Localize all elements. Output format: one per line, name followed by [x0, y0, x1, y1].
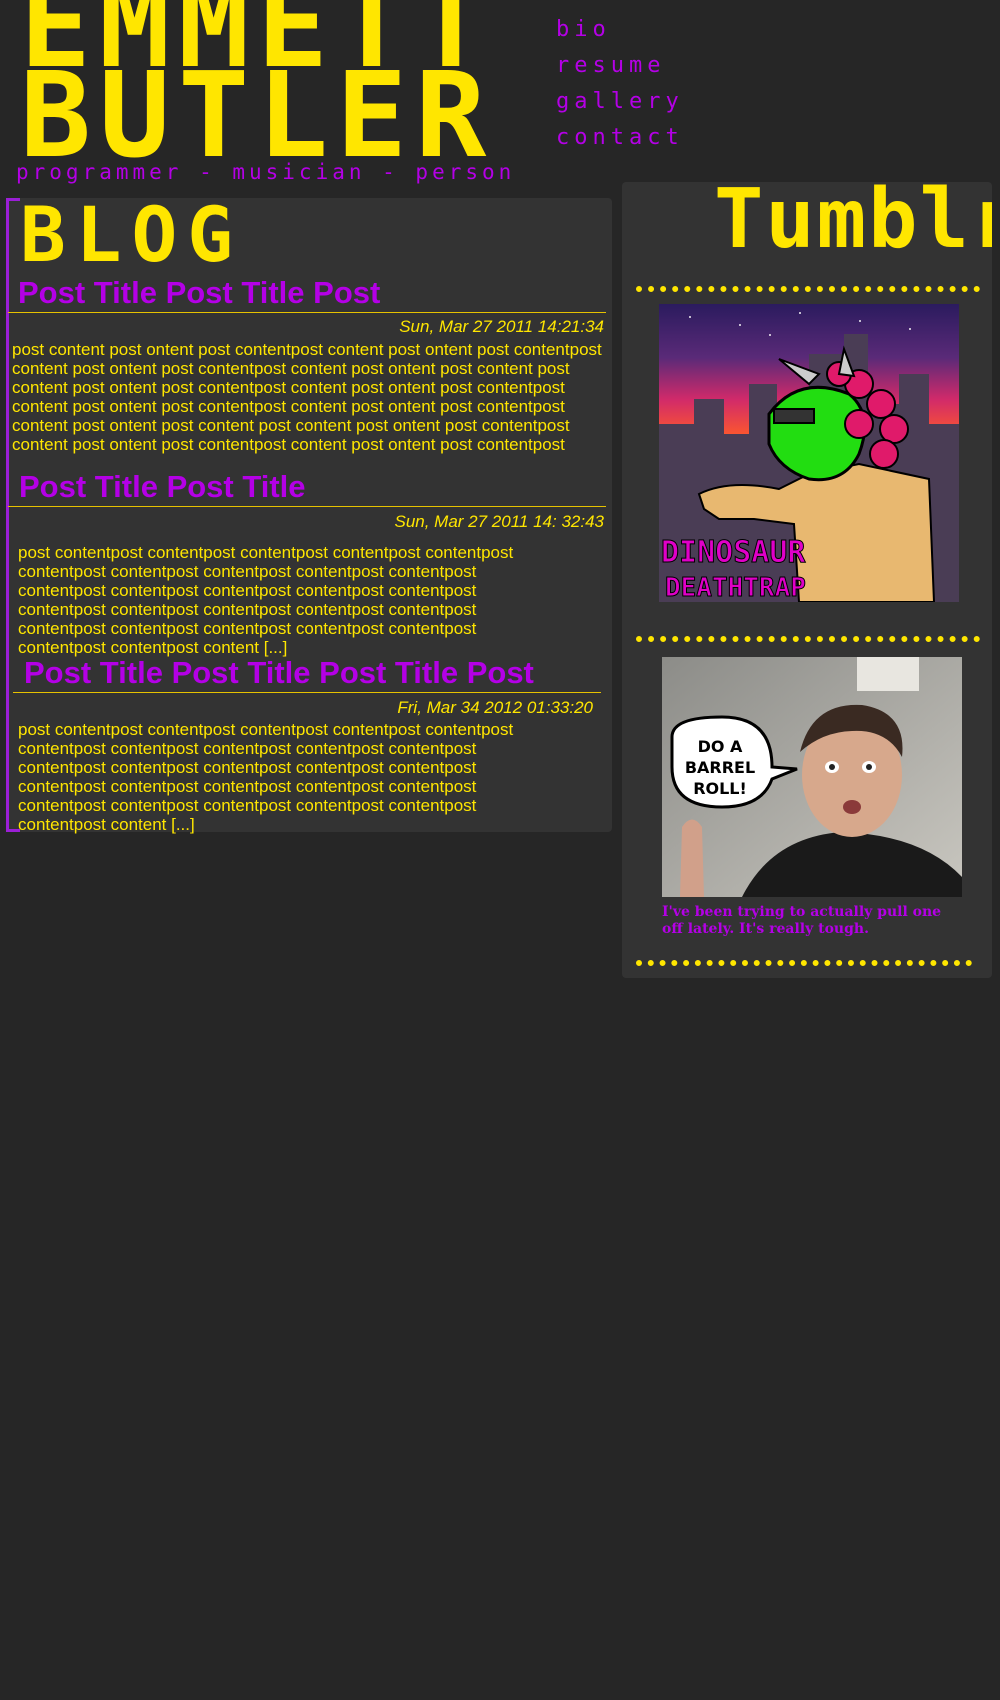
speech-line-2: BARREL: [685, 758, 755, 777]
album-cover-title-line2: DEATHTRAP: [665, 573, 806, 602]
site-title-line2: BUTLER: [20, 46, 495, 184]
post-title[interactable]: Post Title Post Title Post Title Post: [13, 656, 601, 690]
post-divider: [8, 506, 606, 507]
barrel-roll-photo-graphic: DO A BARREL ROLL!: [662, 657, 962, 897]
blog-post: Post Title Post Title Post Sun, Mar 27 2…: [8, 276, 606, 454]
main-nav: bio resume gallery contact: [556, 12, 684, 156]
nav-item-bio[interactable]: bio: [556, 12, 684, 48]
album-cover-graphic: DINOSAUR DEATHTRAP: [659, 304, 959, 602]
blog-panel: BLOG Post Title Post Title Post Sun, Mar…: [6, 190, 612, 834]
speech-line-3: ROLL!: [693, 779, 747, 798]
dotted-divider: [636, 636, 980, 642]
photo-caption: I've been trying to actually pull one of…: [662, 904, 942, 937]
tumblr-heading[interactable]: Tumblr: [714, 182, 992, 261]
tumblr-panel: Tumblr DINOSAUR DEATHTRAP DO A BARREL RO…: [622, 182, 992, 978]
tagline: programmer - musician - person: [16, 160, 516, 184]
dotted-divider: [636, 960, 972, 966]
post-title[interactable]: Post Title Post Title: [8, 470, 606, 504]
post-date: Fri, Mar 34 2012 01:33:20: [397, 698, 593, 717]
blog-post: Post Title Post Title Sun, Mar 27 2011 1…: [8, 470, 606, 657]
post-body: post contentpost contentpost contentpost…: [18, 543, 514, 657]
post-divider: [13, 692, 601, 693]
blog-post: Post Title Post Title Post Title Post Fr…: [13, 656, 601, 834]
site-title: EMMETT BUTLER: [20, 0, 520, 184]
blog-heading: BLOG: [20, 190, 244, 279]
post-title[interactable]: Post Title Post Title Post: [8, 276, 606, 310]
speech-line-1: DO A: [698, 737, 743, 756]
album-cover-image[interactable]: DINOSAUR DEATHTRAP: [659, 304, 959, 602]
barrel-roll-photo[interactable]: DO A BARREL ROLL!: [662, 657, 962, 897]
album-cover-title-line1: DINOSAUR: [661, 535, 806, 570]
nav-item-resume[interactable]: resume: [556, 48, 684, 84]
post-divider: [8, 312, 606, 313]
post-date: Sun, Mar 27 2011 14: 32:43: [394, 512, 604, 531]
post-body: post content post ontent post contentpos…: [12, 340, 602, 454]
post-body: post contentpost contentpost contentpost…: [18, 720, 514, 834]
post-date: Sun, Mar 27 2011 14:21:34: [399, 317, 604, 336]
nav-item-gallery[interactable]: gallery: [556, 84, 684, 120]
nav-item-contact[interactable]: contact: [556, 120, 684, 156]
dotted-divider: [636, 286, 980, 292]
